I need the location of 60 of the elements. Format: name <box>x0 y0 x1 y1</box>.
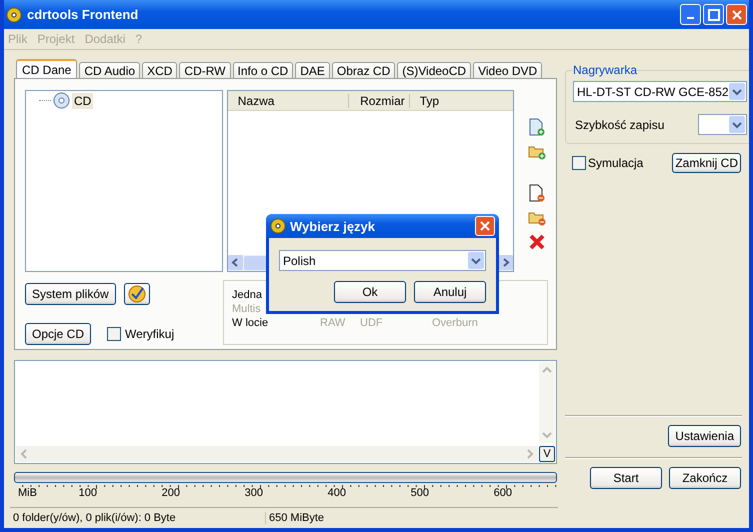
speed-label: Szybkość zapisu <box>575 118 664 132</box>
column-header[interactable]: Typ <box>410 94 513 108</box>
tab[interactable]: CD Audio <box>79 62 140 80</box>
check-button[interactable] <box>124 283 150 306</box>
remove-file-icon[interactable] <box>529 184 545 202</box>
dialog-button[interactable]: Ok <box>334 281 406 303</box>
dialog-title: Wybierz język <box>290 218 376 234</box>
scale-label: 600 <box>492 487 512 500</box>
toggle-button[interactable]: V <box>539 446 555 462</box>
add-folder-icon[interactable] <box>528 144 546 160</box>
maximize-icon <box>708 8 720 21</box>
scale-label: MiB <box>17 487 38 500</box>
tab[interactable]: (S)VideoCD <box>397 62 472 80</box>
tab[interactable]: Video DVD <box>473 62 542 80</box>
settings-button[interactable]: Ustawienia <box>668 425 741 448</box>
checkbox-label: Weryfikuj <box>125 327 174 342</box>
column-header[interactable]: Rozmiar <box>348 94 410 108</box>
tab[interactable]: XCD <box>142 62 178 80</box>
scale-label: 300 <box>244 487 263 500</box>
close-icon <box>730 8 742 21</box>
maximize-button[interactable] <box>703 4 724 26</box>
speed-dropdown[interactable] <box>698 114 747 136</box>
column-header[interactable]: Nazwa <box>228 94 349 108</box>
window-title: cdrtools Frontend <box>27 7 140 22</box>
tab[interactable]: Obraz CD <box>332 62 396 80</box>
dialog-button[interactable]: Anuluj <box>414 281 486 303</box>
cd-options-button[interactable]: Opcje CD <box>25 323 92 346</box>
tab[interactable]: CD Dane <box>16 59 78 80</box>
mode-option[interactable]: W locie <box>232 317 320 330</box>
language-dropdown[interactable]: Polish <box>279 250 486 271</box>
tree-item[interactable]: CD <box>72 92 94 109</box>
scale-label: 100 <box>78 487 97 500</box>
remove-folder-icon[interactable] <box>528 210 546 226</box>
scale-label: 200 <box>160 487 180 500</box>
disc-icon <box>270 218 286 234</box>
file-system-button[interactable]: System plików <box>25 283 116 306</box>
tab[interactable]: Info o CD <box>232 62 294 80</box>
verify-checkbox[interactable] <box>107 327 122 342</box>
disc-icon <box>6 6 22 23</box>
add-file-icon[interactable] <box>529 118 545 136</box>
close-icon <box>479 220 491 232</box>
close-cd-button[interactable]: Zamknij CD <box>672 153 741 174</box>
checkbox-label: Symulacja <box>588 156 644 170</box>
exit-button[interactable]: Zakończ <box>669 467 741 490</box>
close-button[interactable] <box>475 216 495 236</box>
group-title: Nagrywarka <box>573 63 638 78</box>
simulate-checkbox[interactable] <box>572 156 586 170</box>
tab[interactable]: DAE <box>295 62 330 80</box>
tab[interactable]: CD-RW <box>179 62 231 80</box>
minimize-button[interactable] <box>680 4 701 26</box>
status-text: 0 folder(y/ów), 0 plik(i/ów): 0 Byte <box>10 512 266 524</box>
close-button[interactable] <box>726 4 747 26</box>
scale-label: 400 <box>326 487 346 500</box>
status-text: 650 MiByte <box>268 512 324 524</box>
start-button[interactable]: Start <box>590 467 662 490</box>
delete-icon[interactable] <box>529 234 545 250</box>
scale-label: 500 <box>410 487 429 500</box>
scroll-left-icon[interactable] <box>228 255 243 270</box>
minimize-icon <box>687 17 694 20</box>
drive-dropdown[interactable]: HL-DT-ST CD-RW GCE-852 <box>573 81 747 102</box>
